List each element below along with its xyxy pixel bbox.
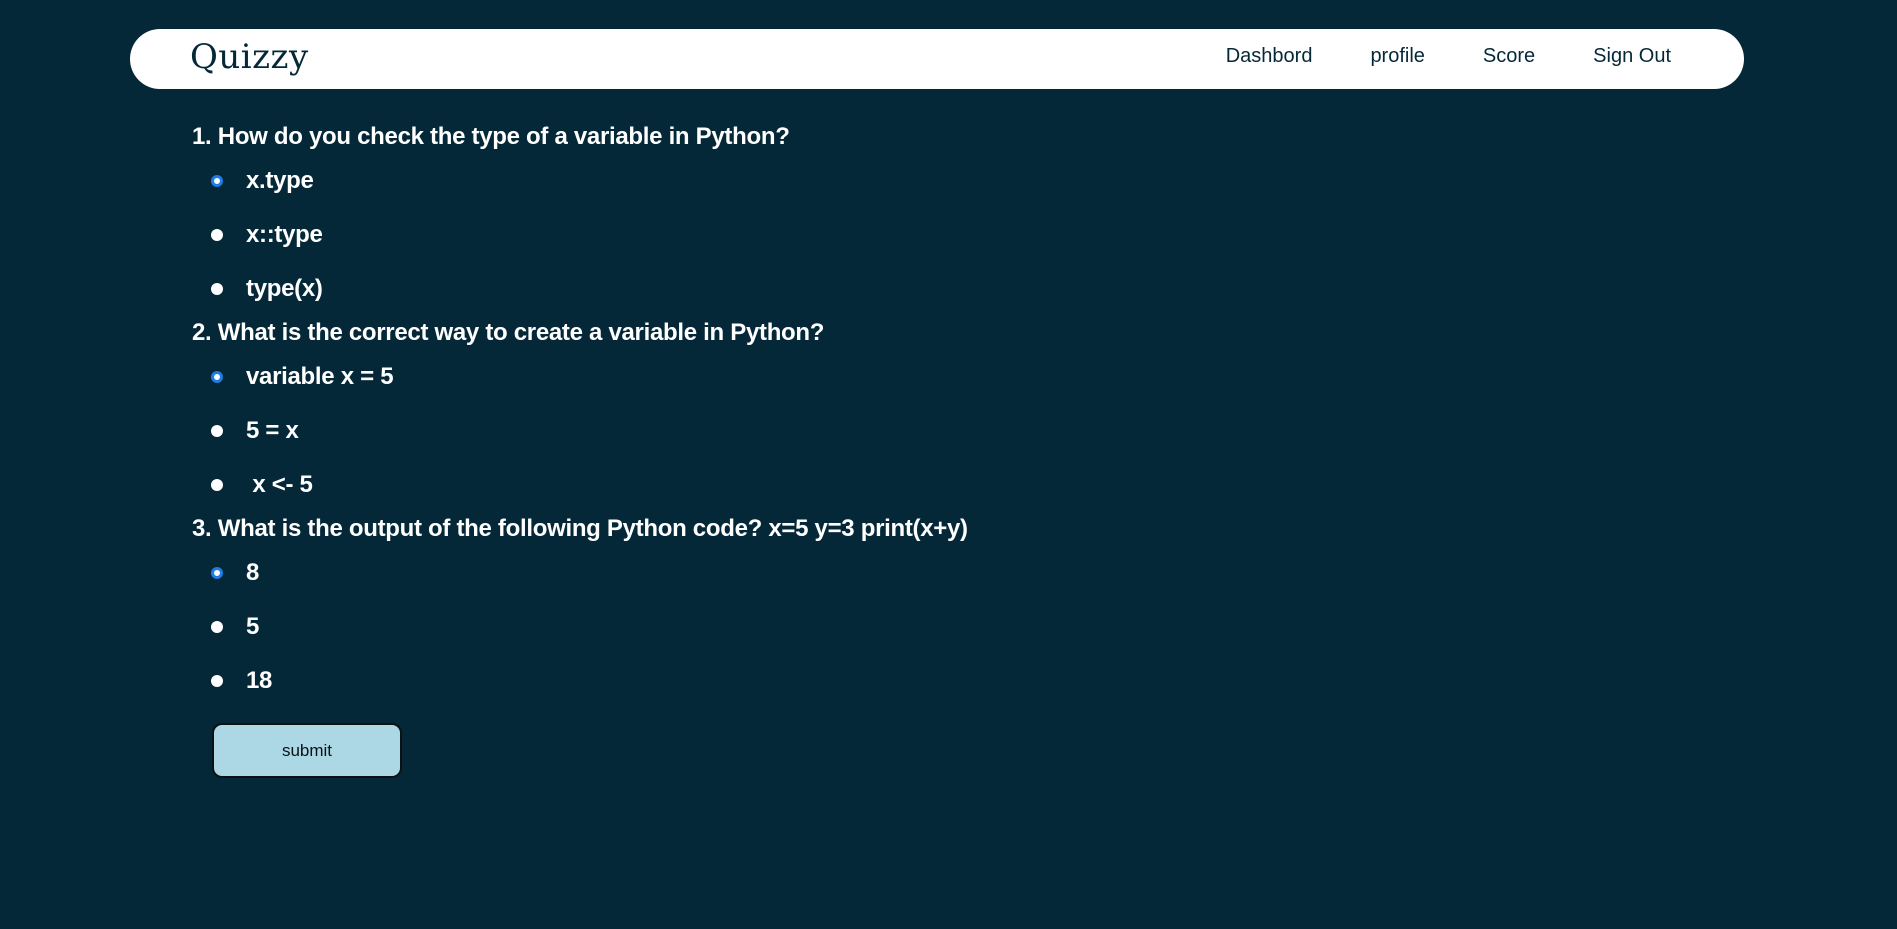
submit-container: submit bbox=[212, 723, 402, 778]
option-label: x.type bbox=[246, 167, 314, 194]
question-3-option-2[interactable]: 5 bbox=[211, 600, 1392, 654]
top-navbar: Quizzy Dashbord profile Score Sign Out bbox=[130, 29, 1744, 89]
nav-link-dashboard[interactable]: Dashbord bbox=[1226, 45, 1313, 68]
option-label: 18 bbox=[246, 667, 273, 694]
question-2-options: variable x = 5 5 = x x <- 5 bbox=[192, 350, 1392, 512]
radio-button[interactable] bbox=[211, 425, 223, 437]
radio-button[interactable] bbox=[211, 675, 223, 687]
question-2-text: 2. What is the correct way to create a v… bbox=[192, 319, 825, 346]
option-label: x <- 5 bbox=[246, 471, 313, 498]
radio-button[interactable] bbox=[211, 283, 223, 295]
question-3: 3. What is the output of the following P… bbox=[192, 512, 1392, 708]
question-3-option-1[interactable]: 8 bbox=[211, 546, 1392, 600]
nav-link-score[interactable]: Score bbox=[1483, 45, 1535, 68]
radio-button[interactable] bbox=[211, 621, 223, 633]
nav-link-sign-out[interactable]: Sign Out bbox=[1593, 45, 1671, 68]
question-1-options: x.type x::type type(x) bbox=[192, 154, 1392, 316]
brand-logo[interactable]: Quizzy bbox=[190, 37, 309, 77]
option-label: 5 = x bbox=[246, 417, 299, 444]
nav-links: Dashbord profile Score Sign Out bbox=[1226, 45, 1671, 68]
question-1-text: 1. How do you check the type of a variab… bbox=[192, 123, 790, 150]
nav-link-profile[interactable]: profile bbox=[1370, 45, 1424, 68]
question-1-option-1[interactable]: x.type bbox=[211, 154, 1392, 208]
question-2-option-1[interactable]: variable x = 5 bbox=[211, 350, 1392, 404]
question-2-option-3[interactable]: x <- 5 bbox=[211, 458, 1392, 512]
question-2-option-2[interactable]: 5 = x bbox=[211, 404, 1392, 458]
radio-button[interactable] bbox=[211, 229, 223, 241]
question-3-options: 8 5 18 bbox=[192, 546, 1392, 708]
question-1-option-2[interactable]: x::type bbox=[211, 208, 1392, 262]
submit-button[interactable]: submit bbox=[212, 723, 402, 778]
radio-button[interactable] bbox=[211, 567, 223, 579]
quiz-form: 1. How do you check the type of a variab… bbox=[192, 120, 1392, 708]
option-label: x::type bbox=[246, 221, 323, 248]
question-3-option-3[interactable]: 18 bbox=[211, 654, 1392, 708]
radio-button[interactable] bbox=[211, 371, 223, 383]
question-2: 2. What is the correct way to create a v… bbox=[192, 316, 1392, 512]
option-label: type(x) bbox=[246, 275, 323, 302]
option-label: 5 bbox=[246, 613, 260, 640]
radio-button[interactable] bbox=[211, 175, 223, 187]
question-1-option-3[interactable]: type(x) bbox=[211, 262, 1392, 316]
question-1: 1. How do you check the type of a variab… bbox=[192, 120, 1392, 316]
option-label: variable x = 5 bbox=[246, 363, 394, 390]
option-label: 8 bbox=[246, 559, 260, 586]
question-3-text: 3. What is the output of the following P… bbox=[192, 515, 968, 542]
radio-button[interactable] bbox=[211, 479, 223, 491]
